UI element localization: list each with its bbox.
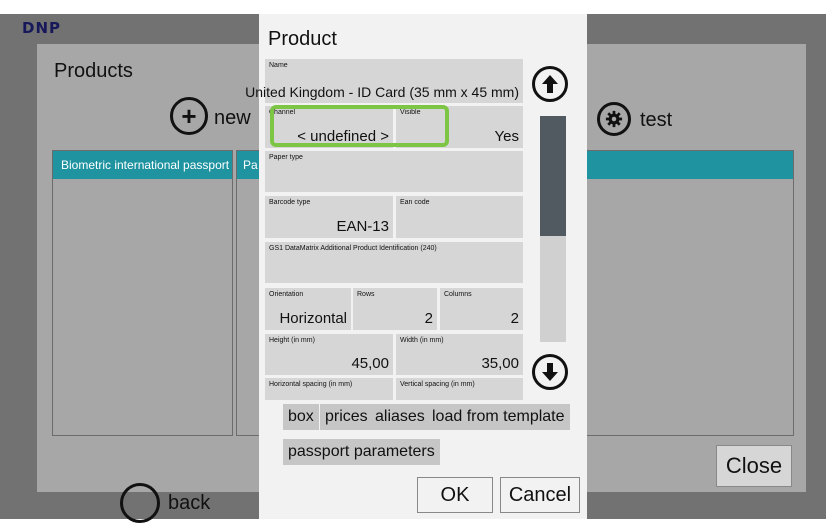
product-list-column-2[interactable]: Pa: [236, 150, 260, 436]
orientation-value: Horizontal: [279, 310, 347, 327]
new-button[interactable]: +: [170, 97, 208, 135]
back-button[interactable]: [120, 483, 160, 523]
visible-value: Yes: [494, 128, 519, 145]
list-item-selected[interactable]: Biometric international passport: [53, 151, 232, 179]
list-item-row[interactable]: [587, 151, 793, 179]
rows-field[interactable]: Rows 2: [353, 288, 437, 330]
width-field[interactable]: Width (in mm) 35,00: [396, 334, 523, 375]
product-list-column-1[interactable]: Biometric international passport: [52, 150, 233, 436]
name-label: Name: [269, 62, 288, 69]
height-field[interactable]: Height (in mm) 45,00: [265, 334, 393, 375]
orientation-field[interactable]: Orientation Horizontal: [265, 288, 351, 330]
new-label[interactable]: new: [214, 107, 251, 130]
ean-code-label: Ean code: [400, 199, 430, 206]
rows-label: Rows: [357, 291, 375, 298]
height-label: Height (in mm): [269, 337, 315, 344]
paper-type-field[interactable]: Paper type: [265, 151, 523, 192]
arrow-down-icon: [542, 363, 558, 381]
dnp-logo: DNP: [22, 19, 61, 37]
gs1-field[interactable]: GS1 DataMatrix Additional Product Identi…: [265, 242, 523, 283]
horizontal-spacing-label: Horizontal spacing (in mm): [269, 381, 353, 388]
list-item[interactable]: Pa: [237, 151, 259, 179]
prices-button[interactable]: prices: [320, 404, 373, 430]
gs1-label: GS1 DataMatrix Additional Product Identi…: [269, 245, 437, 252]
orientation-label: Orientation: [269, 291, 304, 298]
passport-parameters-button[interactable]: passport parameters: [283, 439, 440, 465]
highlight-box: [270, 105, 449, 147]
width-label: Width (in mm): [400, 337, 444, 344]
height-value: 45,00: [351, 355, 389, 372]
columns-field[interactable]: Columns 2: [440, 288, 523, 330]
panel-title: Products: [54, 60, 133, 82]
load-from-template-button[interactable]: load from template: [427, 404, 570, 430]
test-label[interactable]: test: [640, 109, 672, 132]
cancel-button[interactable]: Cancel: [500, 477, 580, 513]
width-value: 35,00: [481, 355, 519, 372]
barcode-type-label: Barcode type: [269, 199, 311, 206]
dialog-title: Product: [268, 28, 337, 50]
top-bar: [0, 0, 826, 14]
barcode-type-field[interactable]: Barcode type EAN-13: [265, 196, 393, 238]
box-button[interactable]: box: [283, 404, 319, 430]
product-list-column-3[interactable]: [587, 150, 794, 436]
test-button[interactable]: [597, 102, 631, 136]
name-value: United Kingdom - ID Card (35 mm x 45 mm): [245, 84, 519, 100]
name-field[interactable]: Name United Kingdom - ID Card (35 mm x 4…: [245, 59, 523, 103]
arrow-up-icon: [542, 75, 558, 93]
ean-code-field[interactable]: Ean code: [396, 196, 523, 238]
scrollbar-thumb[interactable]: [540, 116, 566, 236]
barcode-type-value: EAN-13: [336, 218, 389, 235]
rows-value: 2: [424, 310, 433, 327]
close-button[interactable]: Close: [716, 445, 792, 487]
ok-button[interactable]: OK: [417, 477, 493, 513]
vertical-spacing-label: Vertical spacing (in mm): [400, 381, 475, 388]
scroll-down-button[interactable]: [532, 354, 568, 390]
aliases-button[interactable]: aliases: [370, 404, 430, 430]
paper-type-label: Paper type: [269, 154, 303, 161]
columns-value: 2: [510, 310, 519, 327]
back-label[interactable]: back: [168, 492, 210, 515]
columns-label: Columns: [444, 291, 472, 298]
horizontal-spacing-field[interactable]: Horizontal spacing (in mm): [265, 378, 393, 400]
scroll-up-button[interactable]: [532, 66, 568, 102]
vertical-spacing-field[interactable]: Vertical spacing (in mm): [396, 378, 523, 400]
gear-icon: [605, 110, 623, 128]
plus-icon: +: [181, 101, 197, 131]
